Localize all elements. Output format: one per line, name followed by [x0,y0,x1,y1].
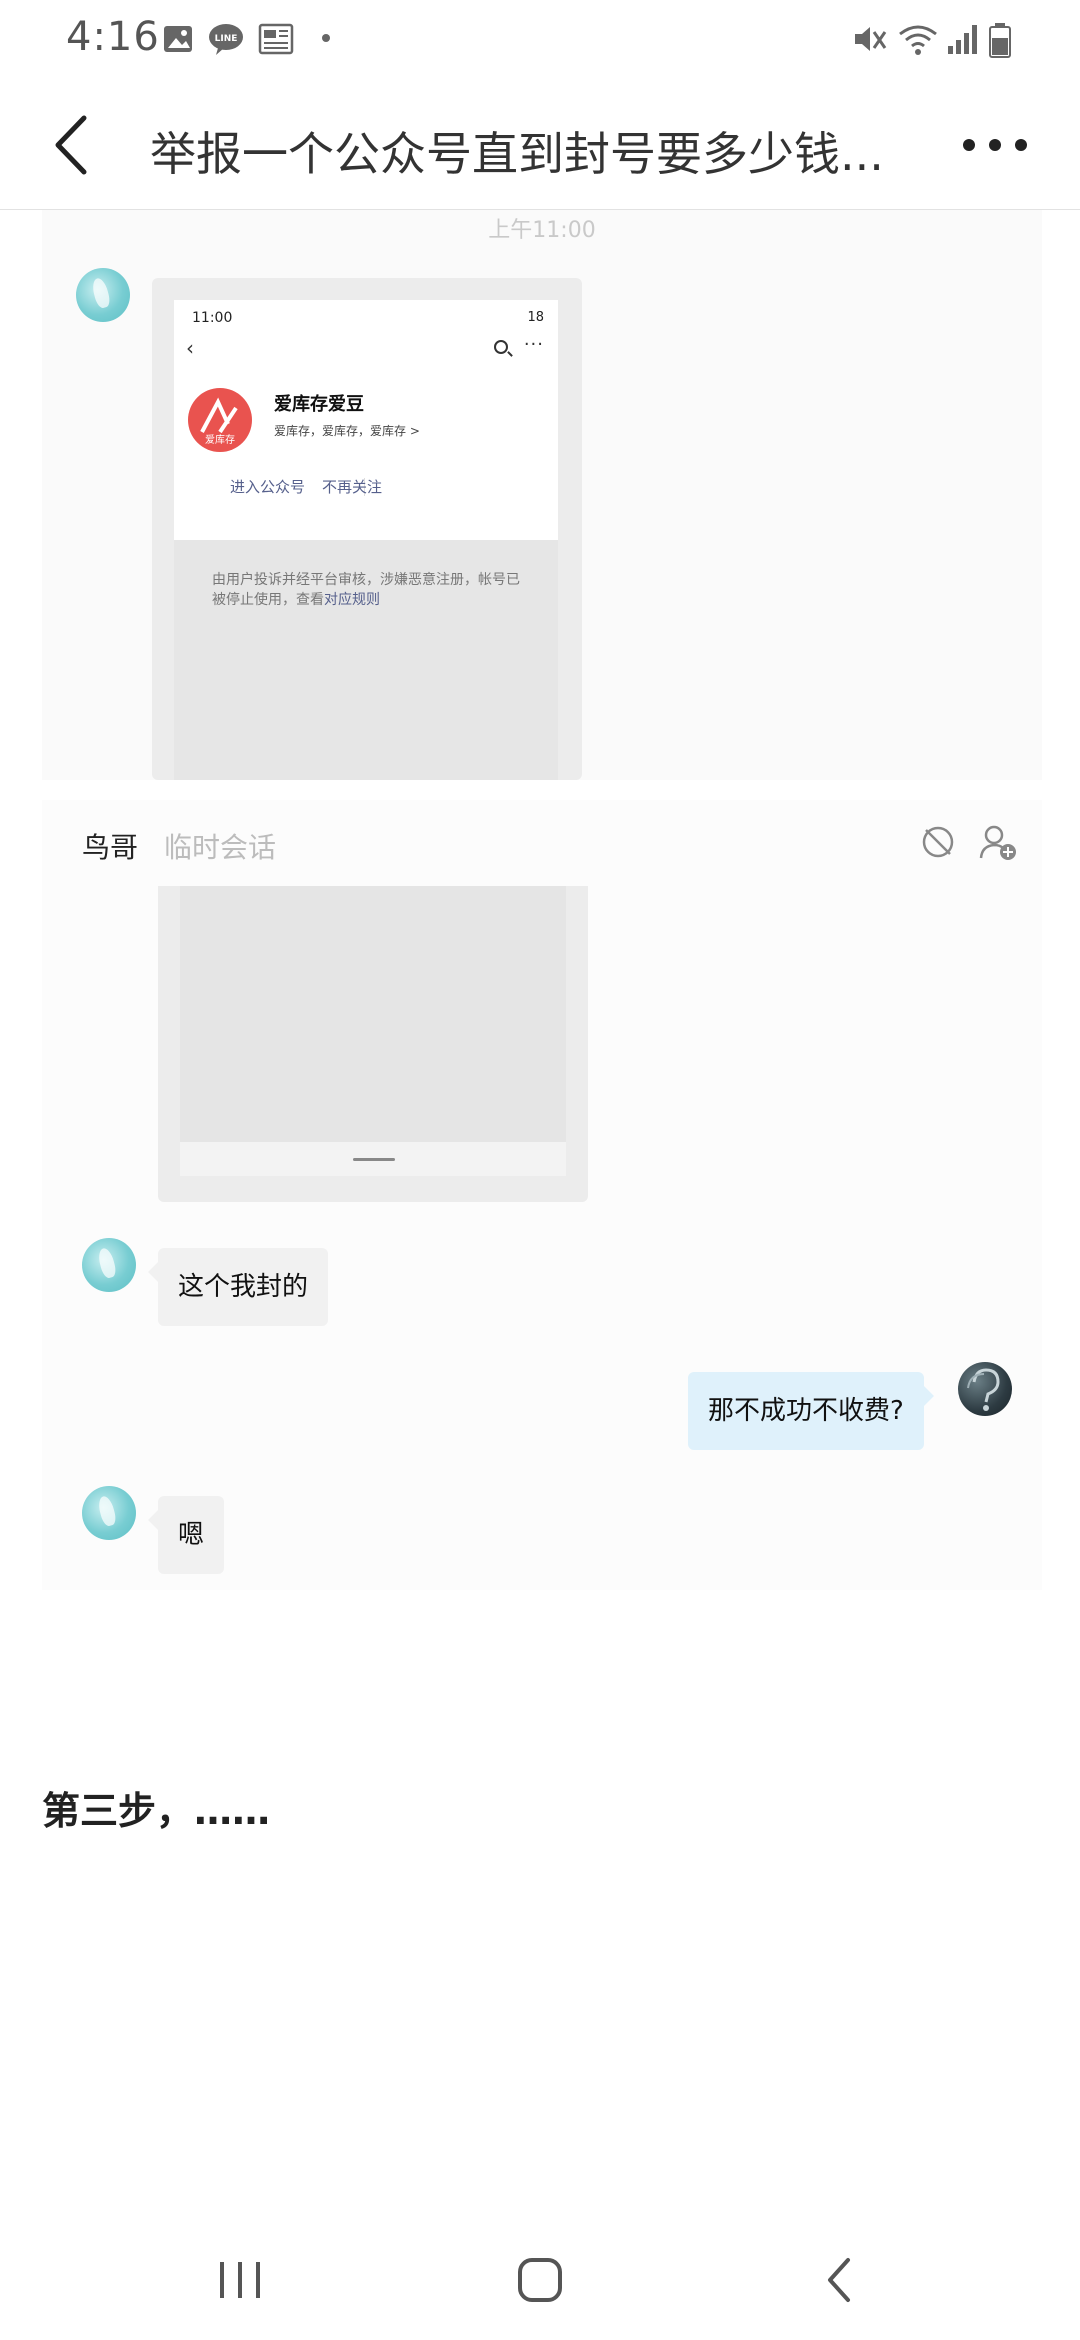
message-bubble-received: 嗯 [147,1496,225,1574]
image-message-card-2 [158,886,588,1202]
account-subtitle: 爱库存，爱库存，爱库存 > [274,424,420,438]
image-placeholder [180,886,566,1142]
avatar [76,268,130,322]
message-bubble-sent: 那不成功不收费? [688,1372,934,1450]
my-avatar [958,1362,1012,1416]
back-nav-icon[interactable] [800,2250,880,2310]
news-icon [258,23,294,55]
screenshot-image-1: 上午11:00 11:00 18 ‹ ··· 爱库存 爱库存爱豆 爱库存，爱库存… [42,210,1042,780]
ban-notice-area: 由用户投诉并经平台审核，涉嫌恶意注册，帐号已被停止使用，查看对应规则 [174,540,558,780]
message-time-label: 上午11:00 [488,218,596,243]
wifi-icon [899,25,937,55]
inner-status-time: 11:00 [192,310,233,326]
system-nav-bar [0,2220,1080,2340]
logo-text: 爱库存 [205,435,235,446]
inner-phone-screen: 11:00 18 ‹ ··· 爱库存 爱库存爱豆 爱库存，爱库存，爱库存 > 进… [174,300,558,540]
account-logo: 爱库存 [188,388,252,452]
back-arrow-icon[interactable] [44,110,104,180]
inner-status-battery: 18 [527,310,544,325]
line-app-icon: LINE [209,24,243,55]
notification-dot [322,34,330,42]
image-message-card: 11:00 18 ‹ ··· 爱库存 爱库存爱豆 爱库存，爱库存，爱库存 > 进… [152,278,582,780]
app-bar: 举报一个公众号直到封号要多少钱... [0,80,1080,210]
mute-icon [855,27,887,51]
ban-notice: 由用户投诉并经平台审核，涉嫌恶意注册，帐号已被停止使用，查看对应规则 [212,570,528,610]
rules-link: 对应规则 [324,592,380,608]
session-type-label: 临时会话 [164,831,277,864]
more-options-icon[interactable] [960,120,1030,170]
recent-apps-icon[interactable] [200,2250,280,2310]
add-friend-icon [979,825,1016,860]
inner-more-icon: ··· [523,334,544,355]
account-name: 爱库存爱豆 [274,394,364,415]
screenshot-image-2: 鸟哥 临时会话 这个我封的 那不成功不收费? 嗯 [42,800,1042,1590]
image-handle [353,1158,395,1161]
status-time: 4:16 [66,14,160,60]
enter-account-button: 进入公众号 [230,478,306,496]
svg-text:LINE: LINE [215,34,238,44]
battery-icon [989,23,1011,58]
gallery-icon [164,26,192,52]
message-bubble-received: 这个我封的 [147,1248,329,1326]
article-step-text: 第三步，…… [42,1789,271,1833]
do-not-disturb-icon [922,826,954,858]
avatar [82,1238,136,1292]
avatar-pattern-icon [967,1368,1000,1411]
status-bar: 4:16 LINE [0,0,1080,80]
signal-icon [948,25,977,54]
home-icon[interactable] [500,2250,580,2310]
page-title: 举报一个公众号直到封号要多少钱... [150,127,884,181]
avatar [82,1486,136,1540]
inner-search-icon [494,340,508,354]
inner-back-icon: ‹ [186,336,194,360]
contact-name: 鸟哥 [82,831,139,864]
unfollow-button: 不再关注 [322,478,383,496]
image-bottom-bar [180,1142,566,1176]
